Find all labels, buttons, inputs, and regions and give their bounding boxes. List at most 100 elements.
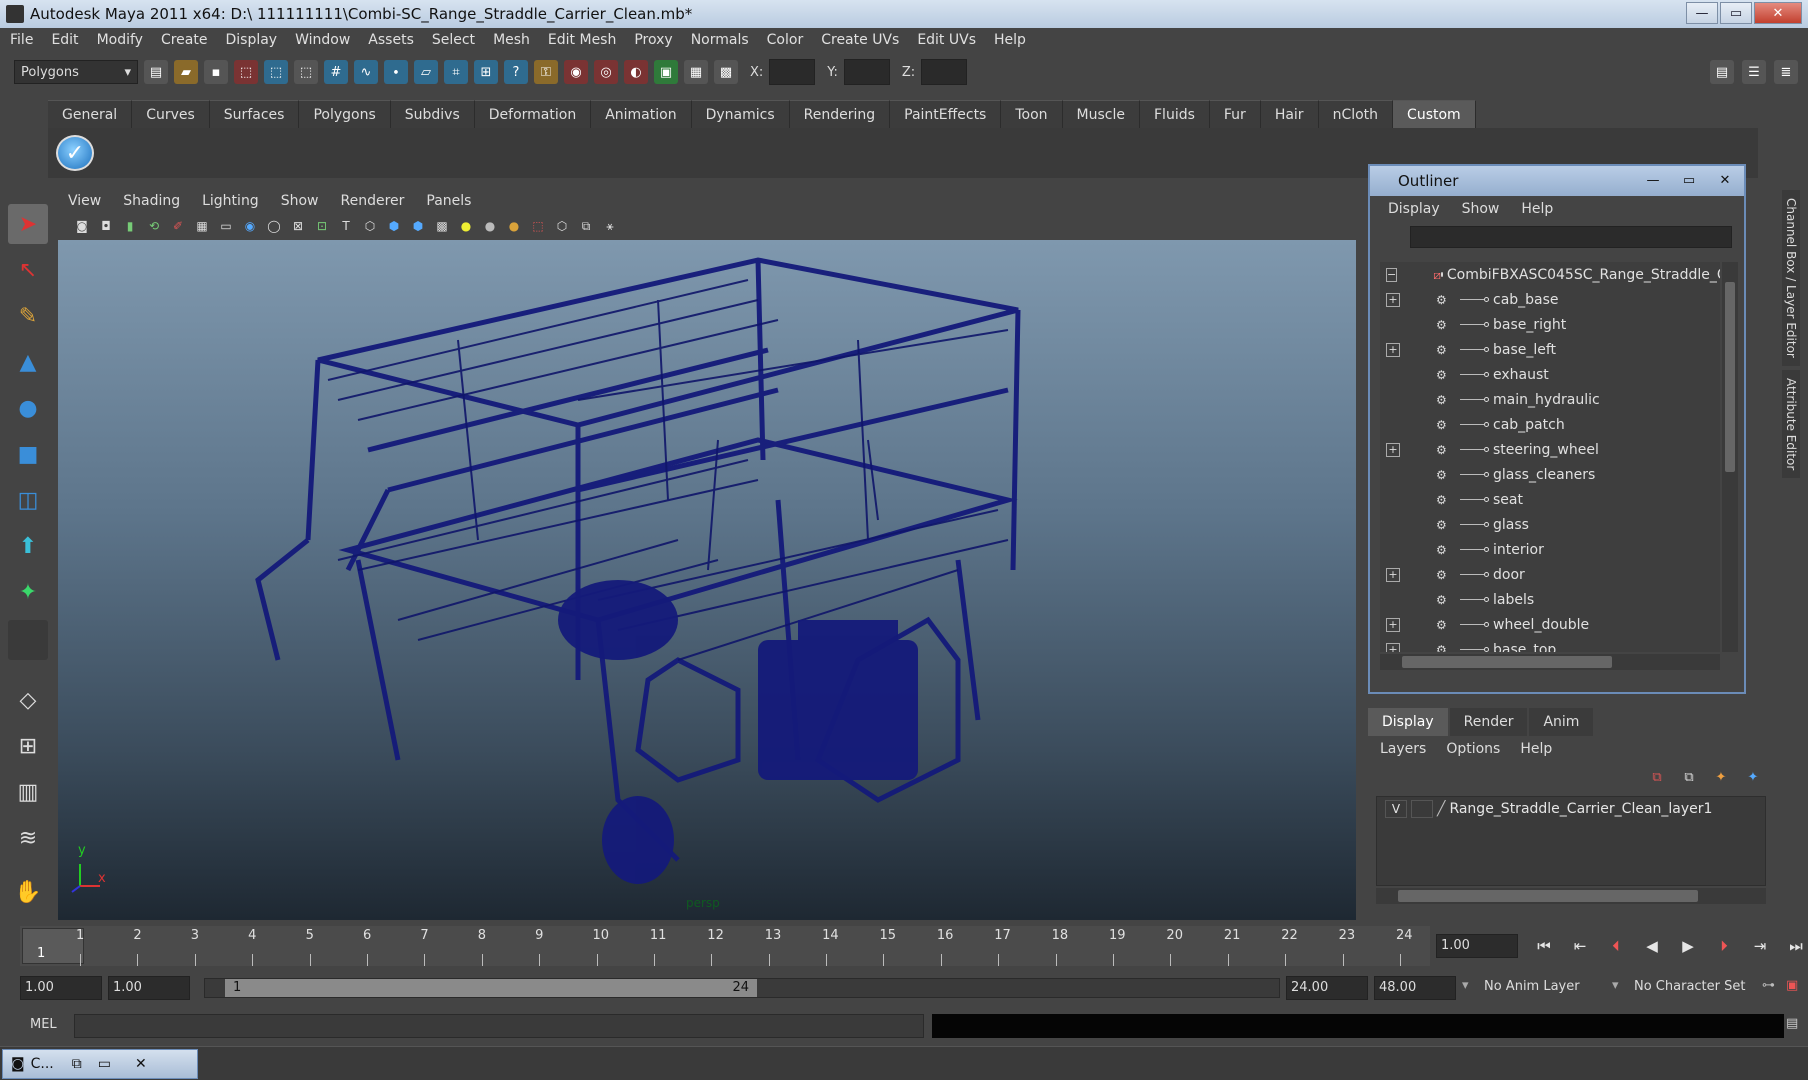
outliner-filter-input[interactable] (1410, 226, 1732, 248)
panel-menu-show[interactable]: Show (281, 193, 319, 209)
layer-menu-layers[interactable]: Layers (1380, 741, 1426, 757)
outliner-row[interactable]: + ⚙ base_top (1380, 637, 1720, 652)
camera-attributes-icon[interactable]: ◙ (72, 216, 92, 236)
layer-tab-anim[interactable]: Anim (1529, 708, 1594, 736)
shelf-tab-muscle[interactable]: Muscle (1062, 100, 1140, 128)
grease-pencil-icon[interactable]: ✐ (168, 216, 188, 236)
shadows-icon[interactable]: ● (504, 216, 524, 236)
grid-view-icon[interactable]: ▩ (714, 60, 738, 84)
camera-bookmark-icon[interactable]: ◘ (96, 216, 116, 236)
menu-edit[interactable]: Edit (51, 32, 78, 48)
outliner-menu-display[interactable]: Display (1388, 201, 1440, 217)
step-forward-key-icon[interactable]: ⇥ (1746, 934, 1774, 958)
outliner-menu-help[interactable]: Help (1521, 201, 1553, 217)
outliner-row[interactable]: ⚙ cab_patch (1380, 412, 1720, 437)
snap-curve-icon[interactable]: ∿ (354, 60, 378, 84)
layer-menu-help[interactable]: Help (1520, 741, 1552, 757)
panel-menu-view[interactable]: View (68, 193, 101, 209)
shelf-tab-ncloth[interactable]: nCloth (1318, 100, 1394, 128)
auto-key-icon[interactable]: ▣ (1786, 978, 1798, 993)
hand-tool-icon[interactable]: ✋ (8, 872, 48, 912)
scrollbar-thumb[interactable] (1402, 656, 1612, 668)
shelf-tab-fur[interactable]: Fur (1209, 100, 1261, 128)
isolate-select-icon[interactable]: ⬚ (528, 216, 548, 236)
wireframe-icon[interactable]: ⬡ (360, 216, 380, 236)
perspective-viewport[interactable]: y x persp (58, 240, 1356, 920)
play-backwards-icon[interactable]: ◀ (1638, 934, 1666, 958)
panel-layout-icon[interactable]: ▦ (684, 60, 708, 84)
playback-end-field[interactable]: 24.00 (1286, 976, 1368, 1000)
open-scene-icon[interactable]: ▰ (174, 60, 198, 84)
panel-menu-renderer[interactable]: Renderer (340, 193, 404, 209)
rotate-tool-icon[interactable]: ● (8, 388, 48, 428)
play-forwards-icon[interactable]: ▶ (1674, 934, 1702, 958)
x-field[interactable] (769, 59, 816, 85)
scrollbar-thumb[interactable] (1725, 282, 1735, 472)
layer-playback-toggle[interactable] (1411, 800, 1433, 818)
shelf-tab-toon[interactable]: Toon (1001, 100, 1063, 128)
attribute-editor-tab[interactable]: Attribute Editor (1782, 369, 1800, 479)
time-slider[interactable]: 1 1 2 3 4 5 6 7 8 9 10 11 12 13 14 15 16 17 18 19 20 21 22 23 2… (20, 926, 1430, 966)
all-lights-icon[interactable]: ● (480, 216, 500, 236)
outliner-horizontal-scrollbar[interactable] (1380, 654, 1720, 670)
current-time-field[interactable]: 1.00 (1436, 934, 1518, 958)
outliner-vertical-scrollbar[interactable] (1722, 262, 1738, 652)
menu-color[interactable]: Color (767, 32, 804, 48)
shelf-tab-deformation[interactable]: Deformation (474, 100, 592, 128)
outliner-row[interactable]: ⚙ glass (1380, 512, 1720, 537)
layer-menu-options[interactable]: Options (1446, 741, 1500, 757)
menu-assets[interactable]: Assets (368, 32, 414, 48)
animation-start-field[interactable]: 1.00 (20, 976, 102, 1000)
single-perspective-layout-icon[interactable]: ◇ (8, 680, 48, 720)
new-layer-selected-icon[interactable]: ✦ (1742, 767, 1764, 787)
render-settings-icon[interactable]: ◐ (624, 60, 648, 84)
panel-menu-panels[interactable]: Panels (426, 193, 471, 209)
panel-menu-lighting[interactable]: Lighting (202, 193, 259, 209)
y-field[interactable] (843, 59, 890, 85)
step-forward-frame-icon[interactable]: ⏵ (1710, 934, 1738, 958)
shelf-tab-fluids[interactable]: Fluids (1140, 100, 1210, 128)
animation-end-field[interactable]: 48.00 (1374, 976, 1456, 1000)
expand-icon[interactable]: + (1386, 617, 1400, 632)
layer-tab-render[interactable]: Render (1449, 708, 1528, 736)
menu-select[interactable]: Select (432, 32, 475, 48)
scale-tool-icon[interactable]: ■ (8, 434, 48, 474)
menu-edit-uvs[interactable]: Edit UVs (917, 32, 976, 48)
outliner-row[interactable]: + ⚙ steering_wheel (1380, 437, 1720, 462)
xray-icon[interactable]: ⬡ (552, 216, 572, 236)
snap-surface-icon[interactable]: ⌗ (444, 60, 468, 84)
outliner-persp-layout-icon[interactable]: ▥ (8, 772, 48, 812)
field-chart-icon[interactable]: ⊠ (288, 216, 308, 236)
outliner-row[interactable]: + ⚙ door (1380, 562, 1720, 587)
minimize-button[interactable]: — (1686, 2, 1718, 24)
script-editor-icon[interactable]: ▤ (1786, 1016, 1798, 1031)
lasso-tool-icon[interactable]: ↖ (8, 250, 48, 290)
shelf-tab-painteffects[interactable]: PaintEffects (890, 100, 1002, 128)
channel-box-layer-editor-tab[interactable]: Channel Box / Layer Editor (1782, 190, 1800, 366)
film-gate-icon[interactable]: ▭ (216, 216, 236, 236)
show-hypershade-icon[interactable]: ▣ (654, 60, 678, 84)
collapse-icon[interactable]: − (1386, 267, 1398, 282)
menu-create[interactable]: Create (161, 32, 208, 48)
xray-joints-icon[interactable]: ⧉ (576, 216, 596, 236)
select-component-icon[interactable]: ⬚ (294, 60, 318, 84)
command-input[interactable] (74, 1014, 924, 1038)
image-plane-icon[interactable]: ▮ (120, 216, 140, 236)
menu-help[interactable]: Help (994, 32, 1026, 48)
tool-settings-toggle-icon[interactable]: ☰ (1742, 60, 1766, 84)
outliner-menu-show[interactable]: Show (1462, 201, 1500, 217)
outliner-row[interactable]: + ⚙ wheel_double (1380, 612, 1720, 637)
current-frame-marker[interactable]: 1 (22, 928, 84, 964)
minimized-window[interactable]: ◙ C... ⧉ ▭ ✕ (2, 1049, 198, 1079)
new-layer-icon[interactable]: ✦ (1710, 767, 1732, 787)
wireframe-on-shaded-icon[interactable]: ⬢ (408, 216, 428, 236)
layer-visibility-toggle[interactable]: V (1385, 800, 1407, 818)
smooth-shade-icon[interactable]: ⬢ (384, 216, 404, 236)
outliner-row[interactable]: ⚙ labels (1380, 587, 1720, 612)
four-view-layout-icon[interactable]: ⊞ (8, 726, 48, 766)
layer-color-icon[interactable]: ╱ (1437, 801, 1445, 817)
panel-menu-shading[interactable]: Shading (123, 193, 180, 209)
menu-create-uvs[interactable]: Create UVs (821, 32, 899, 48)
restore-icon[interactable]: ⧉ (72, 1056, 82, 1072)
menu-display[interactable]: Display (225, 32, 277, 48)
